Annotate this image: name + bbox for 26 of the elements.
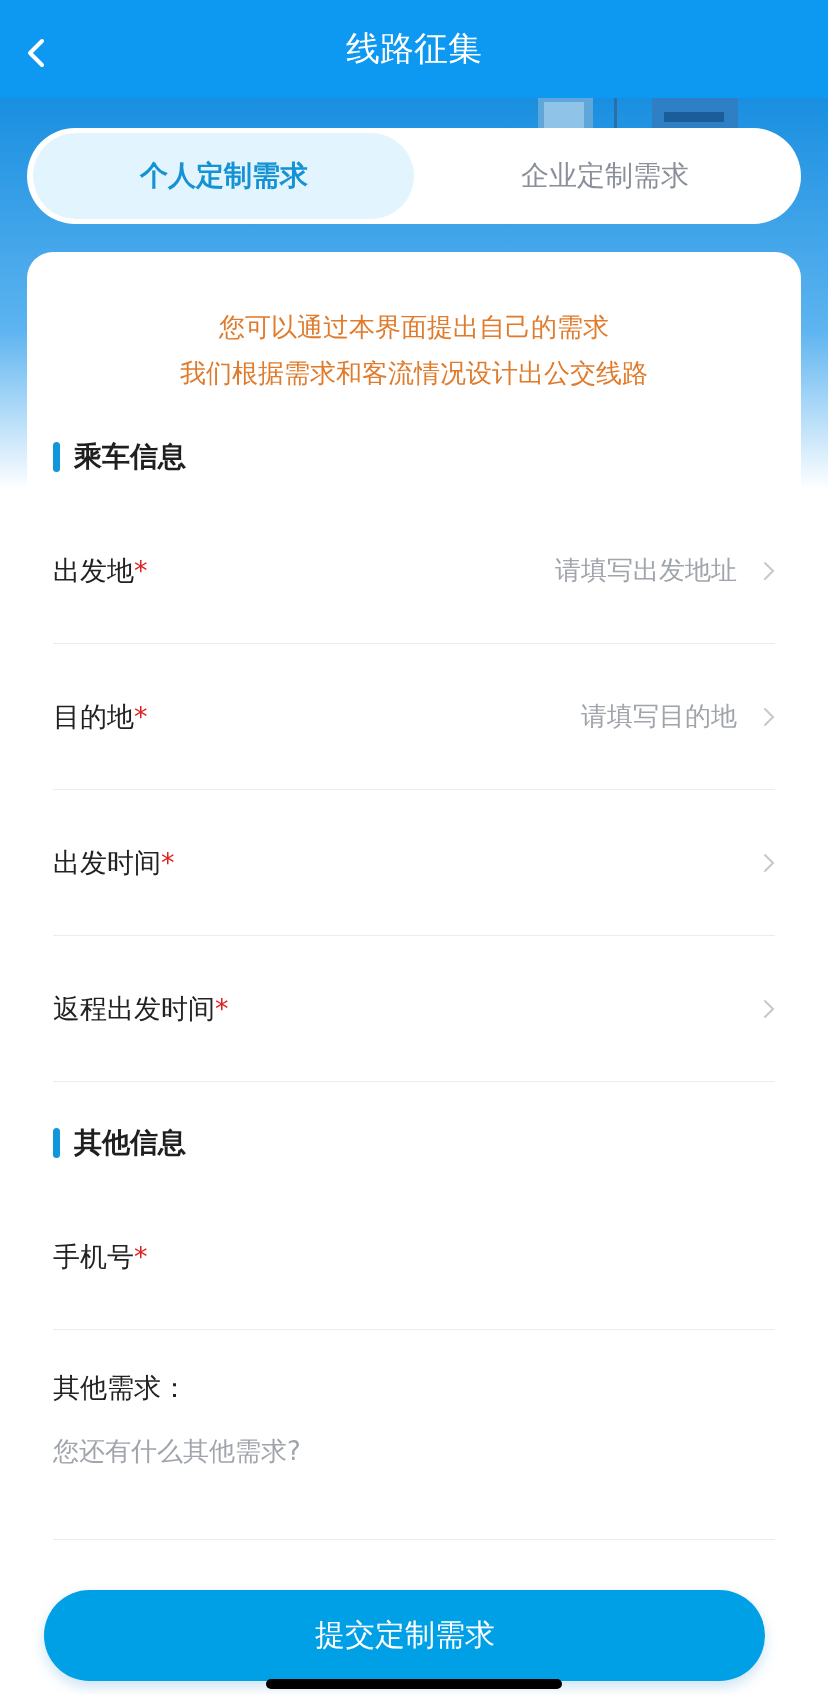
chevron-right-icon <box>763 998 775 1019</box>
field-label: 出发地* <box>53 553 148 588</box>
notice-text: 我们根据需求和客流情况设计出公交线路 <box>179 357 649 390</box>
submit-button[interactable]: 提交定制需求 <box>44 1590 765 1681</box>
back-icon[interactable] <box>26 38 46 68</box>
chevron-right-icon <box>763 852 775 873</box>
section-marker <box>53 442 60 472</box>
section-title: 其他信息 <box>74 1125 186 1161</box>
text-area[interactable]: 您还有什么其他需求? <box>53 1434 775 1494</box>
select-field[interactable]: 请填写出发地址 <box>555 553 775 588</box>
page-title: 线路征集 <box>346 27 482 70</box>
field-label: 出发时间* <box>53 845 175 880</box>
field-label: 目的地* <box>53 699 148 734</box>
select-field[interactable] <box>763 852 775 873</box>
section-marker <box>53 1128 60 1158</box>
chevron-right-icon <box>763 706 775 727</box>
field-label: 返程出发时间* <box>53 991 229 1026</box>
field-label: 手机号* <box>53 1239 148 1274</box>
field-label: 其他需求： <box>53 1371 189 1405</box>
notice-text: 您可以通过本界面提出自己的需求 <box>218 311 610 344</box>
chevron-right-icon <box>763 560 775 581</box>
select-field[interactable] <box>763 998 775 1019</box>
section-title: 乘车信息 <box>74 439 186 475</box>
select-field[interactable]: 请填写目的地 <box>581 699 775 734</box>
tab[interactable]: 个人定制需求 <box>33 133 414 219</box>
tab[interactable]: 企业定制需求 <box>414 133 795 219</box>
